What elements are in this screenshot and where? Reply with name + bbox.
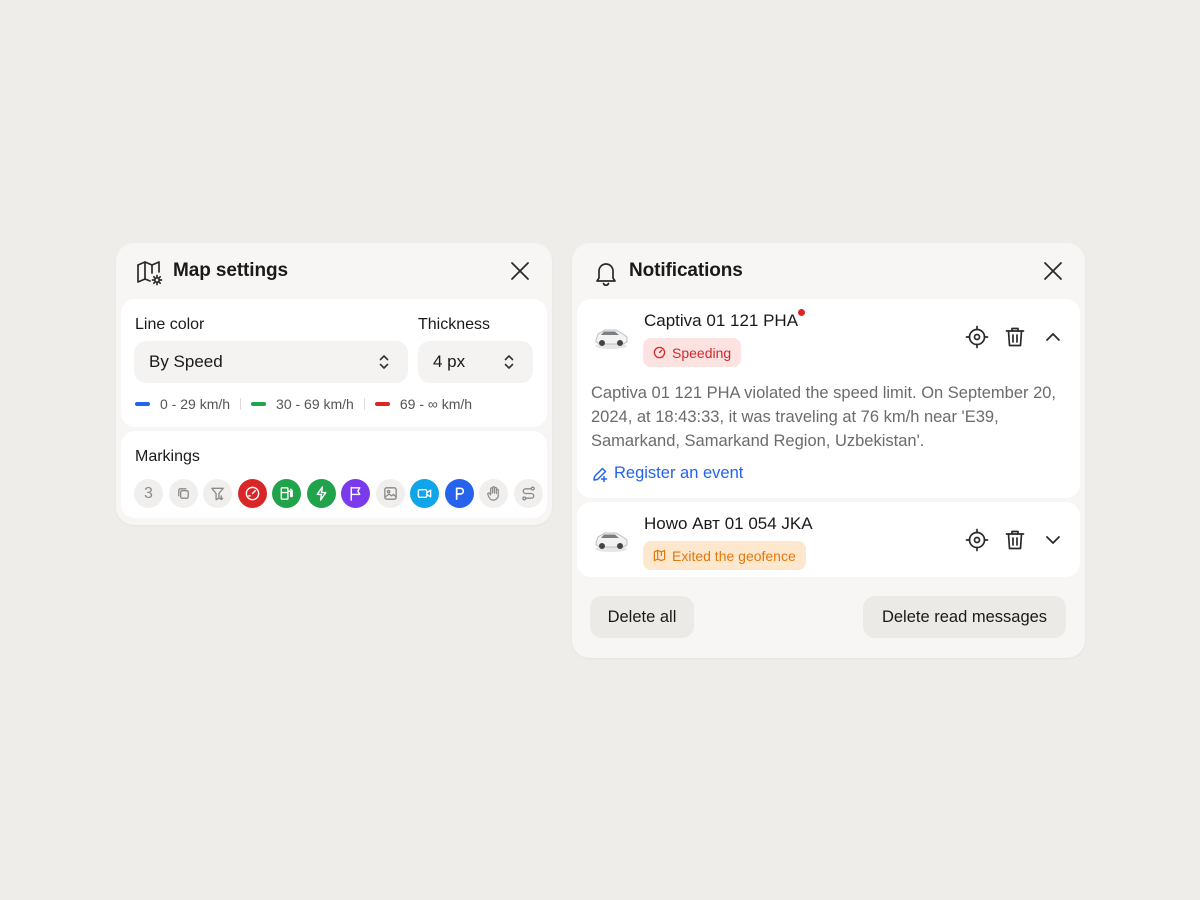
legend-label: 69 - ∞ km/h xyxy=(399,396,473,412)
route-icon[interactable] xyxy=(513,479,543,508)
speedometer-icon xyxy=(653,346,666,359)
notifications-title: Notifications xyxy=(629,260,743,281)
notification-item[interactable]: Captiva 01 121 PHA Speeding Captiva 01 1… xyxy=(577,299,1080,498)
parking-icon[interactable] xyxy=(444,479,474,508)
chevron-down-icon[interactable] xyxy=(1041,528,1065,552)
bell-icon xyxy=(596,263,616,286)
close-icon[interactable] xyxy=(1041,259,1065,283)
map-settings-icon xyxy=(137,261,163,286)
badge-label: Speeding xyxy=(672,344,732,361)
markings-count[interactable]: 3 xyxy=(134,479,163,508)
thickness-label: Thickness xyxy=(418,316,491,333)
legend-label: 30 - 69 km/h xyxy=(276,396,354,412)
register-event-link[interactable]: Register an event xyxy=(591,464,743,483)
legend-divider xyxy=(363,398,365,410)
chevron-up-icon[interactable] xyxy=(1041,325,1065,349)
map-pin-icon xyxy=(653,549,666,562)
layers-icon[interactable] xyxy=(168,479,198,508)
legend-label: 0 - 29 km/h xyxy=(160,396,231,412)
speedometer-icon[interactable] xyxy=(237,479,267,508)
notification-item[interactable]: Howo Авт 01 054 JKA Exited the geofence xyxy=(577,502,1080,577)
notifications-header: Notifications xyxy=(572,243,1085,299)
legend-swatch-red xyxy=(374,402,390,406)
delete-all-button[interactable]: Delete all xyxy=(590,596,694,638)
car-icon xyxy=(595,532,628,552)
notification-message: Captiva 01 121 PHA violated the speed li… xyxy=(591,384,1057,450)
map-settings-panel: Map settings Line color Thickness By Spe… xyxy=(116,243,552,525)
speed-legend: 0 - 29 km/h 30 - 69 km/h 69 - ∞ km/h xyxy=(135,396,472,412)
markings-card: Markings 3 xyxy=(121,431,547,518)
notifications-panel: Notifications Captiva 01 121 PHA Speedin… xyxy=(572,243,1085,658)
map-settings-title: Map settings xyxy=(173,260,288,281)
line-settings-card: Line color Thickness By Speed 4 px 0 - 2… xyxy=(121,299,547,427)
image-icon[interactable] xyxy=(375,479,405,508)
fuel-icon[interactable] xyxy=(272,479,301,508)
notification-title: Howo Авт 01 054 JKA xyxy=(644,514,813,533)
thickness-select[interactable]: 4 px xyxy=(418,341,533,383)
register-event-label: Register an event xyxy=(614,464,744,482)
close-icon[interactable] xyxy=(508,259,532,283)
markings-list: 3 xyxy=(134,479,543,508)
chevron-updown-icon xyxy=(379,355,389,369)
line-color-label: Line color xyxy=(135,316,205,333)
map-settings-header: Map settings xyxy=(116,243,552,299)
hand-icon[interactable] xyxy=(479,479,508,508)
badge-label: Exited the geofence xyxy=(672,547,796,564)
line-color-select[interactable]: By Speed xyxy=(134,341,408,383)
unread-indicator xyxy=(798,309,805,316)
line-color-value: By Speed xyxy=(149,352,223,371)
chevron-updown-icon xyxy=(504,355,514,369)
thickness-value: 4 px xyxy=(433,352,466,371)
trash-icon[interactable] xyxy=(1003,528,1027,552)
lightning-icon[interactable] xyxy=(306,479,336,508)
legend-swatch-blue xyxy=(135,402,150,406)
edit-plus-icon xyxy=(593,467,608,482)
locate-icon[interactable] xyxy=(965,528,989,552)
status-badge: Exited the geofence xyxy=(643,541,806,570)
legend-divider xyxy=(240,398,242,410)
notification-title: Captiva 01 121 PHA xyxy=(644,311,799,330)
markings-label: Markings xyxy=(135,448,200,465)
flag-icon[interactable] xyxy=(341,479,370,508)
legend-swatch-green xyxy=(251,402,267,406)
delete-read-button[interactable]: Delete read messages xyxy=(863,596,1066,638)
filter-icon[interactable] xyxy=(203,479,232,508)
video-icon[interactable] xyxy=(410,479,439,508)
status-badge: Speeding xyxy=(643,338,742,367)
trash-icon[interactable] xyxy=(1003,325,1027,349)
locate-icon[interactable] xyxy=(965,325,989,349)
car-icon xyxy=(595,329,628,349)
